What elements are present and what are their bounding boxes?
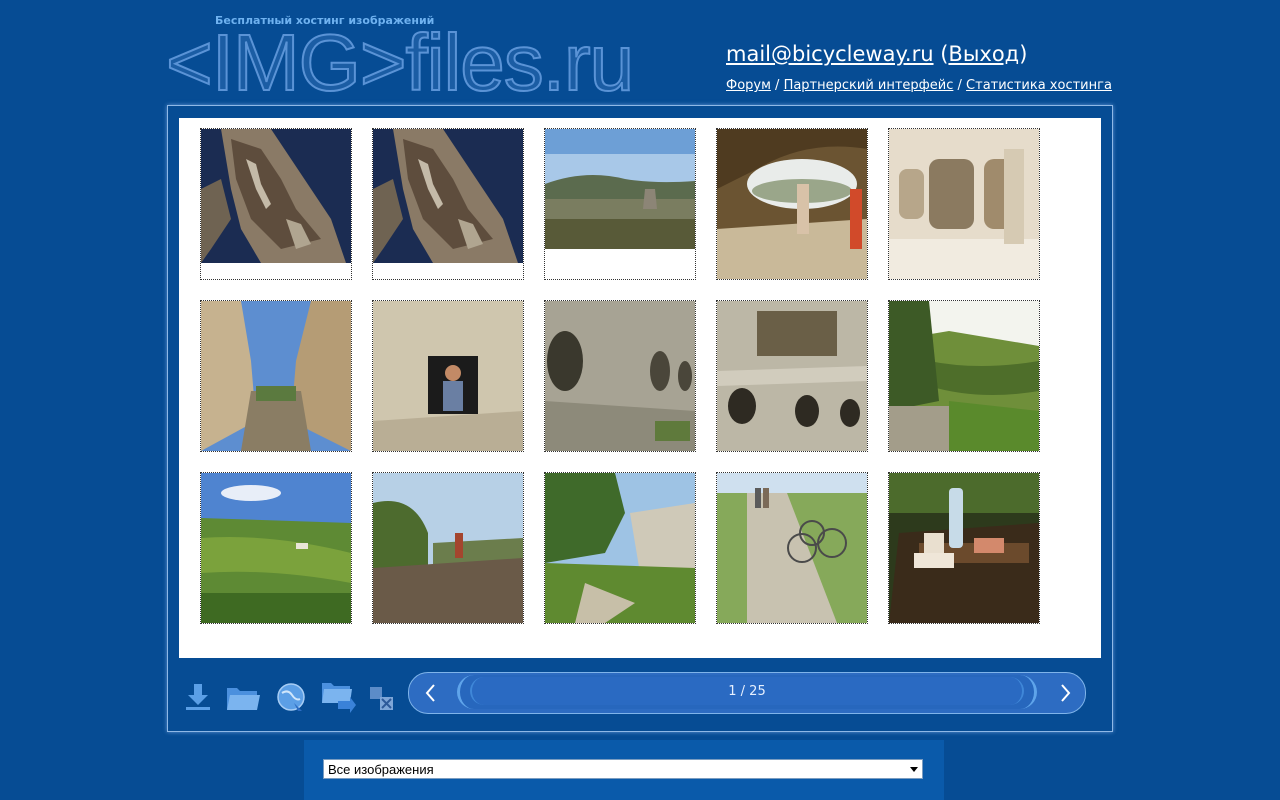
thumbnail[interactable] [716,472,868,624]
nav-forum-link[interactable]: Форум [726,78,771,93]
chevron-down-icon [910,767,918,772]
download-icon[interactable] [183,682,213,716]
nav-separator: / [775,78,784,93]
thumbnail-image [717,301,867,451]
thumbnail-image [545,301,695,451]
thumbnail[interactable] [200,300,352,452]
thumbnail[interactable] [372,300,524,452]
thumbnail[interactable] [544,300,696,452]
top-nav: Форум / Партнерский интерфейс / Статисти… [726,78,1112,93]
thumbnail-image [373,473,523,623]
gallery-frame: 1 / 25 [167,105,1113,732]
chevron-right-icon [1061,684,1071,702]
thumbnail[interactable] [200,128,352,280]
paren-close: ) [1019,42,1028,66]
thumbnail[interactable] [716,128,868,280]
user-email-link[interactable]: mail@bicycleway.ru [726,42,934,66]
thumbnail-image [889,129,1039,279]
thumbnail[interactable] [200,472,352,624]
thumbnail-image [889,473,1039,623]
filter-panel: Все изображения [304,740,944,800]
thumbnail[interactable] [372,472,524,624]
image-filter-select[interactable]: Все изображения [323,759,923,779]
site-logo[interactable]: <IMG>files.ru [165,17,635,108]
thumbnail[interactable] [372,128,524,280]
next-page-button[interactable] [1053,681,1077,705]
globe-icon[interactable] [276,681,306,717]
folder-icon[interactable] [225,684,261,716]
nav-partner-link[interactable]: Партнерский интерфейс [784,78,954,93]
thumbnail-image [201,129,351,279]
thumbnail-image [717,473,867,623]
thumbnail[interactable] [888,128,1040,280]
thumbnail-image [373,129,523,279]
thumbnail-image [373,301,523,451]
pagination-bar: 1 / 25 [408,672,1086,714]
nav-separator: / [957,78,967,93]
thumbnail-image [201,301,351,451]
thumbnail-image [717,129,867,279]
thumbnail-image [545,473,695,623]
nav-stats-link[interactable]: Статистика хостинга [966,78,1112,93]
logout-link[interactable]: Выход [948,42,1019,66]
thumbnail-image [889,301,1039,451]
thumbnail[interactable] [888,472,1040,624]
delete-icon[interactable] [368,685,396,717]
thumbnail[interactable] [888,300,1040,452]
user-info: mail@bicycleway.ru (Выход) [726,42,1027,66]
select-value: Все изображения [328,762,434,777]
thumbnail-image [545,129,695,279]
page-indicator: 1 / 25 [728,684,766,699]
move-folder-icon[interactable] [320,679,356,719]
thumbnail[interactable] [716,300,868,452]
thumbnail[interactable] [544,128,696,280]
thumbnail[interactable] [544,472,696,624]
thumbnail-grid [179,118,1101,658]
thumbnail-image [201,473,351,623]
